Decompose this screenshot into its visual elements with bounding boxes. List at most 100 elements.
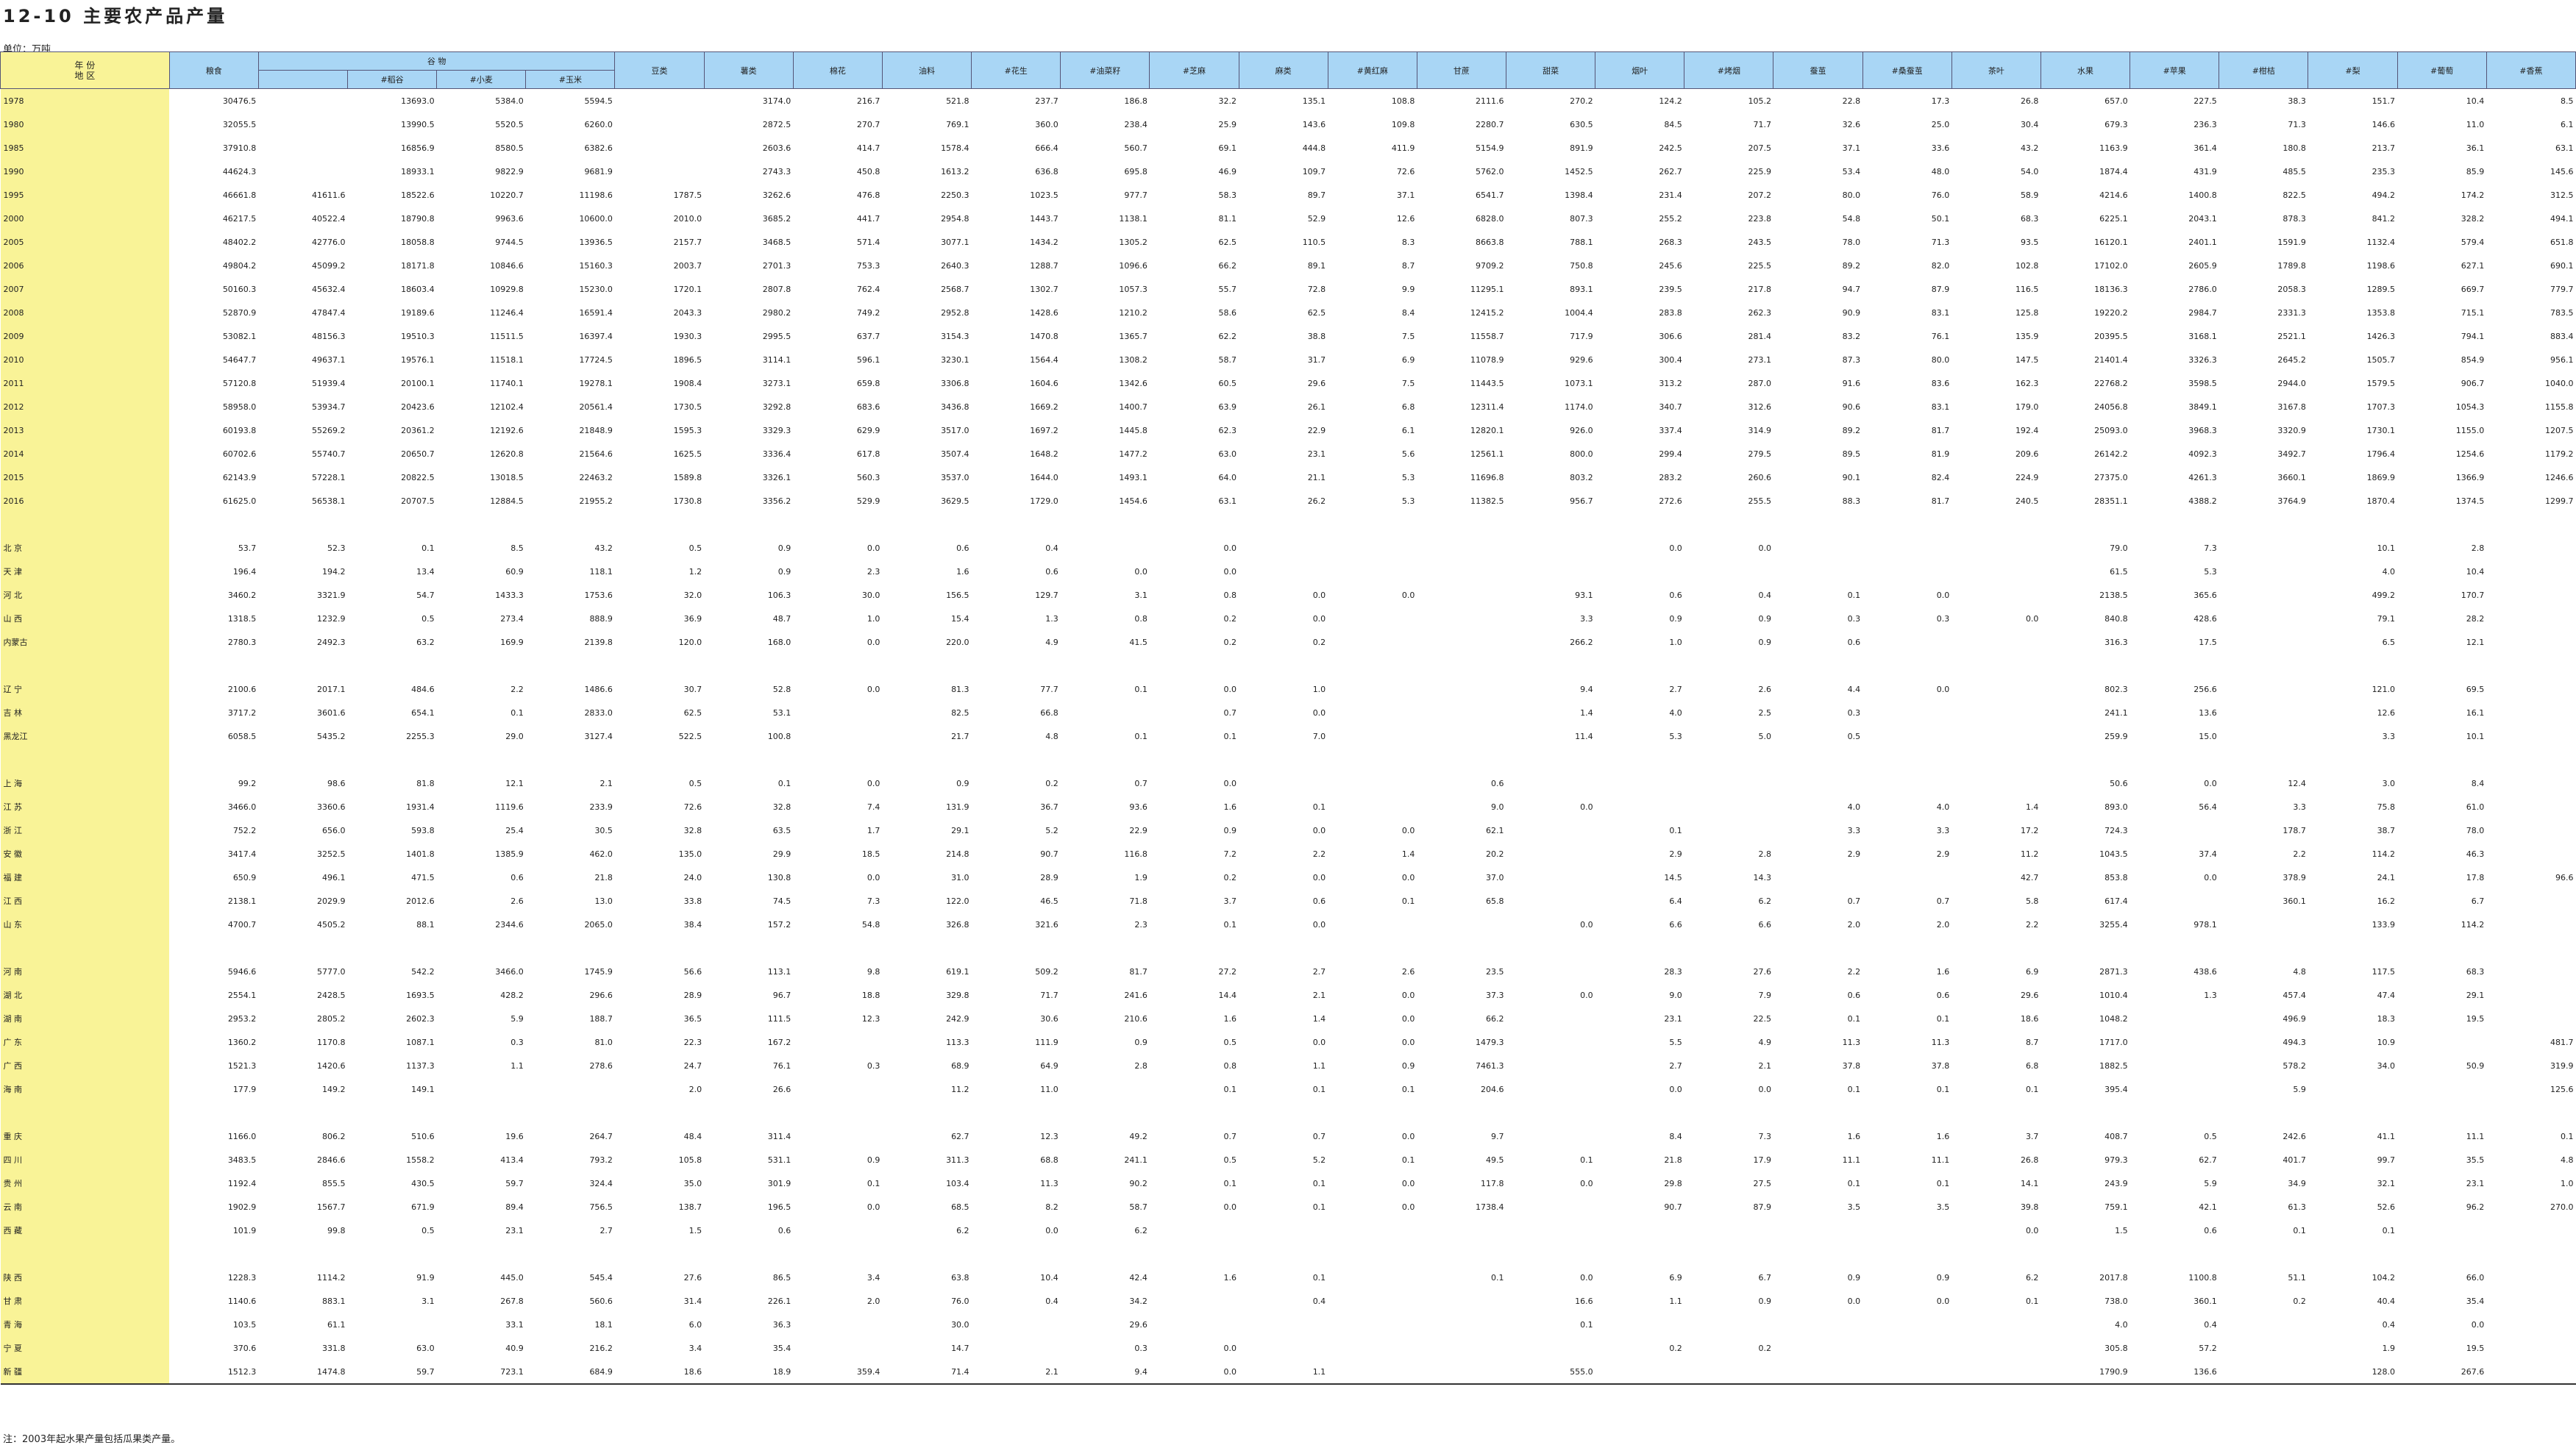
table-cell: 883.4 bbox=[2550, 331, 2574, 341]
table-cell: 2492.3 bbox=[316, 637, 346, 647]
table-cell: 0.6 bbox=[510, 872, 524, 882]
table-cell bbox=[1684, 1242, 1773, 1266]
table-cell: 50160.3 bbox=[222, 284, 257, 294]
table-cell: 596.1 bbox=[856, 354, 880, 365]
col-header-16: 烟叶 bbox=[1595, 51, 1685, 89]
table-cell: 1452.5 bbox=[1565, 166, 1593, 176]
table-cell bbox=[2219, 583, 2308, 607]
table-cell: 122.0 bbox=[946, 896, 969, 906]
table-cell: 1595.3 bbox=[673, 425, 702, 435]
table-cell: 313.2 bbox=[1659, 378, 1682, 388]
table-cell: 66.8 bbox=[1040, 707, 1058, 718]
table-cell bbox=[2040, 936, 2130, 960]
table-cell: 68.5 bbox=[951, 1202, 969, 1212]
table-row: 山 西 1318.5 1232.9 0.5 273.4 888.9 36.9 48.7 1.0 1… bbox=[0, 607, 2576, 630]
table-cell: 13693.0 bbox=[401, 96, 435, 106]
table-cell: 4.0 bbox=[1669, 707, 1682, 718]
table-cell: 312.6 bbox=[1748, 402, 1771, 412]
table-cell: 61.3 bbox=[2288, 1202, 2306, 1212]
table-cell: 47.4 bbox=[2377, 990, 2396, 1000]
table-row: 1985 37910.8 16856.9 8580.5 6382.6 2603.6 414.… bbox=[0, 136, 2576, 160]
table-cell: 578.2 bbox=[2283, 1060, 2306, 1071]
table-cell: 66.2 bbox=[1218, 260, 1237, 271]
table-cell: 223.8 bbox=[1748, 213, 1771, 224]
table-cell: 6.1 bbox=[1401, 425, 1415, 435]
table-cell bbox=[1862, 560, 1951, 583]
table-cell: 178.7 bbox=[2283, 825, 2306, 835]
table-cell: 1138.1 bbox=[1119, 213, 1148, 224]
table-cell: 36.9 bbox=[683, 613, 702, 624]
table-cell: 90.7 bbox=[1664, 1202, 1682, 1212]
table-cell bbox=[1417, 1360, 1506, 1385]
table-cell: 11295.1 bbox=[1470, 284, 1504, 294]
table-cell: 32.2 bbox=[1218, 96, 1237, 106]
table-cell bbox=[1684, 748, 1773, 771]
table-cell: 0.3 bbox=[1847, 613, 1861, 624]
table-cell: 2980.2 bbox=[762, 307, 791, 318]
table-cell: 0.1 bbox=[510, 707, 524, 718]
table-cell: 1174.0 bbox=[1565, 402, 1593, 412]
table-cell bbox=[2130, 1030, 2219, 1054]
table-cell: 2.6 bbox=[1401, 966, 1415, 977]
table-cell: 57228.1 bbox=[311, 472, 346, 482]
table-cell: 105.2 bbox=[1748, 96, 1771, 106]
table-cell bbox=[1862, 1101, 1951, 1124]
table-cell: 891.9 bbox=[1570, 143, 1593, 153]
table-cell: 840.8 bbox=[2104, 613, 2128, 624]
table-cell: 18790.8 bbox=[401, 213, 435, 224]
table-cell: 0.0 bbox=[1580, 802, 1593, 812]
table-cell: 57.2 bbox=[2199, 1343, 2217, 1353]
table-cell bbox=[1506, 1030, 1595, 1054]
table-cell bbox=[2486, 1101, 2575, 1124]
table-cell: 29.0 bbox=[505, 731, 524, 741]
table-cell: 3.0 bbox=[2382, 778, 2396, 788]
row-label: 甘 肃 bbox=[0, 1289, 170, 1313]
table-cell bbox=[1684, 936, 1773, 960]
table-cell: 753.3 bbox=[856, 260, 880, 271]
col-header-11: #芝麻 bbox=[1149, 51, 1239, 89]
table-cell: 11.4 bbox=[1575, 731, 1593, 741]
table-cell: 38.3 bbox=[2288, 96, 2306, 106]
table-cell: 7.0 bbox=[1312, 731, 1326, 741]
table-cell bbox=[793, 1242, 882, 1266]
table-cell: 72.6 bbox=[683, 802, 702, 812]
table-cell: 2953.2 bbox=[227, 1013, 257, 1024]
table-cell: 103.4 bbox=[946, 1178, 969, 1188]
table-cell: 62.3 bbox=[1218, 425, 1237, 435]
table-cell: 496.9 bbox=[2283, 1013, 2306, 1024]
table-cell: 8.7 bbox=[1401, 260, 1415, 271]
table-cell: 0.0 bbox=[1401, 590, 1415, 600]
table-cell: 1.0 bbox=[867, 613, 880, 624]
table-cell: 1426.3 bbox=[2366, 331, 2396, 341]
table-cell bbox=[2486, 654, 2575, 677]
table-cell: 168.0 bbox=[767, 637, 791, 647]
table-cell: 81.3 bbox=[951, 684, 969, 694]
table-cell bbox=[1951, 724, 2040, 748]
table-cell: 10600.0 bbox=[579, 213, 613, 224]
table-cell: 0.5 bbox=[1223, 1037, 1237, 1047]
table-cell: 231.4 bbox=[1659, 190, 1682, 200]
table-cell: 0.0 bbox=[1758, 1084, 1771, 1094]
table-cell: 53.4 bbox=[1842, 166, 1861, 176]
row-label: 贵 州 bbox=[0, 1171, 170, 1195]
table-cell: 37.8 bbox=[1931, 1060, 1950, 1071]
table-cell: 30.4 bbox=[2020, 119, 2039, 129]
table-cell: 78.0 bbox=[2466, 825, 2485, 835]
table-cell: 23.1 bbox=[1307, 449, 1326, 459]
table-cell: 81.0 bbox=[594, 1037, 613, 1047]
table-cell: 6.7 bbox=[1758, 1272, 1771, 1283]
table-cell: 0.0 bbox=[1847, 1296, 1861, 1306]
col-header-7: 棉花 bbox=[792, 51, 883, 89]
col-header-19: #桑蚕茧 bbox=[1862, 51, 1952, 89]
table-cell: 7.4 bbox=[867, 802, 880, 812]
table-cell: 6.0 bbox=[689, 1319, 702, 1330]
table-cell: 48402.2 bbox=[222, 237, 257, 247]
table-cell: 6.6 bbox=[1758, 919, 1771, 930]
table-cell: 21.8 bbox=[1664, 1155, 1682, 1165]
table-cell: 17102.0 bbox=[2094, 260, 2128, 271]
table-cell: 3.3 bbox=[1847, 825, 1861, 835]
table-cell bbox=[615, 654, 704, 677]
table-cell: 11.2 bbox=[2020, 849, 2039, 859]
table-cell: 803.2 bbox=[1570, 472, 1593, 482]
table-cell bbox=[1506, 1219, 1595, 1242]
